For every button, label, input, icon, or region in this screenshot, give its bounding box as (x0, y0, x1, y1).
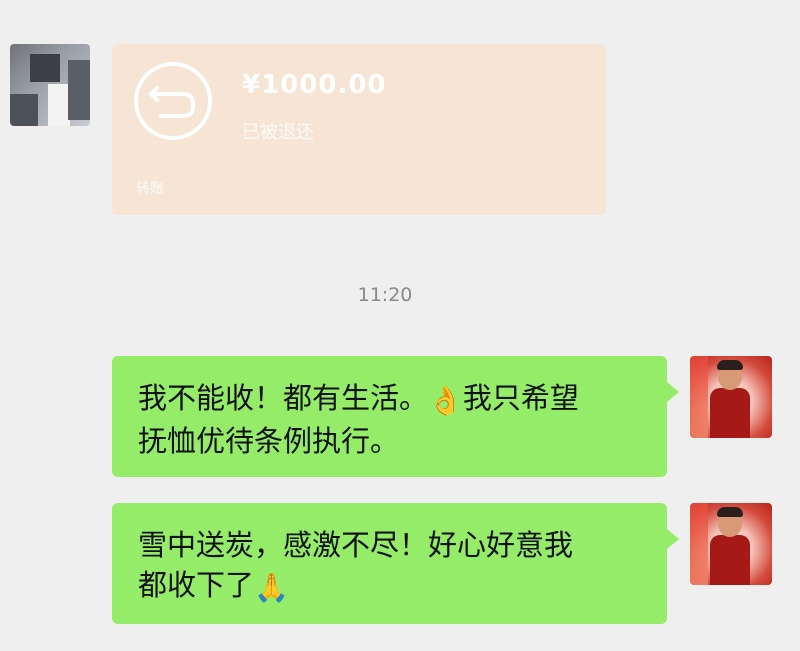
avatar-hair (717, 507, 743, 517)
avatar-figure (710, 535, 750, 585)
avatar-block (68, 60, 90, 120)
message-line: 我不能收！都有生活。👌我只希望 (138, 378, 641, 421)
message-line: 都收下了🙏 (138, 565, 641, 608)
sender-avatar[interactable] (10, 44, 90, 126)
message-timestamp: 11:20 (357, 284, 413, 306)
message-bubble[interactable]: 雪中送炭，感激不尽！好心好意我 都收下了🙏 (112, 503, 679, 624)
my-avatar[interactable] (690, 503, 772, 585)
avatar-figure (710, 388, 750, 438)
message-text: 我不能收！都有生活。 (138, 381, 429, 415)
message-text: 我只希望 (462, 381, 579, 415)
message-line: 抚恤优待条例执行。 (138, 424, 400, 458)
message-bubble[interactable]: 我不能收！都有生活。👌我只希望 抚恤优待条例执行。 (112, 356, 679, 477)
bubble-tail (667, 382, 679, 402)
transfer-message-card[interactable]: ¥1000.00 已被退还 转账 (112, 44, 606, 215)
avatar-flag (690, 356, 708, 438)
transfer-status: 已被退还 (242, 122, 314, 143)
avatar-block (30, 54, 60, 82)
avatar-block (48, 84, 70, 126)
avatar-block (10, 94, 38, 126)
bubble-tail (667, 529, 679, 549)
message-text: 都收下了 (138, 568, 255, 602)
return-arrow-icon (149, 86, 195, 118)
folded-hands-icon: 🙏 (254, 571, 289, 604)
my-avatar[interactable] (690, 356, 772, 438)
avatar-flag (690, 503, 708, 585)
transfer-return-icon (134, 62, 212, 140)
transfer-amount: ¥1000.00 (242, 70, 387, 100)
transfer-footer-label: 转账 (136, 181, 164, 197)
message-line: 雪中送炭，感激不尽！好心好意我 (138, 528, 574, 562)
ok-hand-icon: 👌 (428, 384, 463, 417)
avatar-hair (717, 360, 743, 370)
